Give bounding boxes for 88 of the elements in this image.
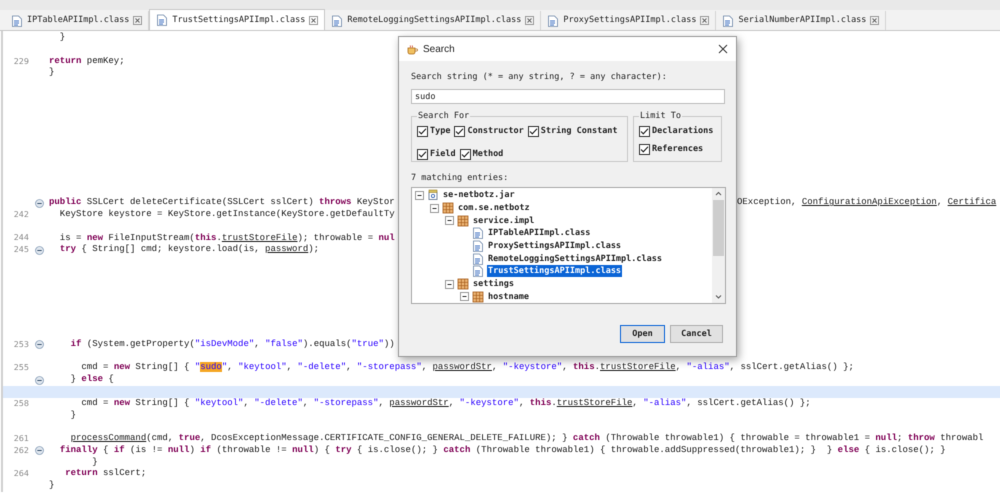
code-line: OException, ConfigurationApiException, Certifica bbox=[737, 197, 996, 209]
code-line: } bbox=[58, 32, 66, 42]
code-line: finally { if (is != null) if (throwable != null) { try { is.close(); } catch (Throwable throwable1) { throwable.addSuppressed(throwable1); } } else { is.close(); } bbox=[58, 444, 946, 455]
dialog-title: Search bbox=[423, 42, 455, 56]
search-field[interactable]: sudo bbox=[411, 89, 725, 104]
class-file-icon bbox=[472, 252, 484, 265]
package-icon bbox=[457, 214, 469, 227]
code-line: is = new FileInputStream(this.trustStoreFile); throwable = nul bbox=[58, 232, 395, 243]
checkbox-box[interactable] bbox=[528, 126, 539, 137]
tree-item[interactable]: IPTableAPIImpl.class bbox=[487, 227, 592, 240]
checkbox[interactable]: References bbox=[639, 142, 717, 156]
line-number: 258 bbox=[14, 398, 29, 408]
tree-item[interactable]: service.impl bbox=[472, 214, 536, 227]
code-line: } else { bbox=[70, 374, 114, 384]
dialog-button[interactable]: Open bbox=[620, 325, 665, 343]
checkbox[interactable]: Constructor bbox=[454, 125, 524, 138]
class-file-icon bbox=[472, 265, 484, 278]
checkbox[interactable]: Method bbox=[460, 148, 504, 160]
package-icon bbox=[472, 290, 484, 303]
checkbox[interactable]: Type bbox=[417, 125, 450, 138]
collapse-icon[interactable] bbox=[460, 292, 469, 302]
collapse-icon[interactable] bbox=[430, 204, 439, 213]
checkbox[interactable]: Declarations bbox=[639, 125, 717, 138]
class-file-icon bbox=[722, 14, 734, 26]
checkbox-box[interactable] bbox=[460, 148, 471, 160]
jar-icon bbox=[427, 189, 439, 202]
code-line: } bbox=[49, 480, 54, 490]
code-line: public SSLCert deleteCertificate(SSLCert sslCert) throws KeyStor bbox=[49, 197, 395, 208]
code-line: cmd = new String[] { "keytool", "-delete", "-storepass", passwordStr, "-keystore", this.trustStoreFile, "-alias", sslCert.getAlias() }; bbox=[80, 398, 811, 408]
line-number: 242 bbox=[14, 210, 29, 219]
tree-item[interactable]: se-netbotz.jar bbox=[442, 189, 516, 202]
class-file-icon bbox=[472, 227, 484, 240]
scroll-thumb[interactable] bbox=[713, 200, 724, 256]
code-line: cmd = new String[] { "sudo", "keytool", "-delete", "-storepass", passwordStr, "-keystore", this.trustStoreFile, "-alias", sslCert.getAlias() }; bbox=[80, 362, 854, 372]
line-number: 261 bbox=[14, 434, 29, 443]
matching-entries-label: 7 matching entries: bbox=[411, 172, 510, 184]
coffee-cup-icon bbox=[407, 44, 418, 54]
line-number: 255 bbox=[14, 363, 29, 372]
checkbox-box[interactable] bbox=[417, 148, 428, 160]
checkbox-box[interactable] bbox=[639, 144, 650, 155]
line-number: 253 bbox=[14, 340, 29, 349]
close-icon[interactable] bbox=[309, 16, 318, 24]
line-number: 244 bbox=[14, 233, 29, 242]
code-line: processCommand(cmd, true, DcosExceptionMessage.CERTIFICATE_CONFIG_GENERAL_DELETE_FAILURE); } catch (Throwable throwable1) { throwable = throwable1 = null; throw throwabl bbox=[70, 433, 984, 444]
collapse-icon[interactable] bbox=[415, 190, 424, 200]
package-icon bbox=[457, 278, 469, 290]
class-file-icon bbox=[547, 14, 560, 26]
code-line: try { String[] cmd; keystore.load(is, password); bbox=[58, 244, 320, 254]
line-number: 245 bbox=[14, 245, 29, 254]
checkbox[interactable]: Field bbox=[417, 148, 456, 160]
checkbox-box[interactable] bbox=[417, 126, 428, 137]
code-line: return pemKey; bbox=[49, 56, 125, 66]
code-line: } bbox=[49, 67, 54, 78]
collapse-icon[interactable] bbox=[34, 376, 44, 384]
tree-item[interactable]: settings bbox=[472, 278, 515, 290]
scrollbar[interactable] bbox=[712, 188, 725, 303]
tree-item[interactable]: RemoteLoggingSettingsAPIImpl.class bbox=[487, 252, 663, 265]
package-icon bbox=[442, 202, 454, 214]
collapse-icon[interactable] bbox=[445, 216, 454, 226]
class-file-icon bbox=[331, 14, 344, 26]
dialog-button[interactable]: Cancel bbox=[670, 325, 723, 343]
code-line: } bbox=[70, 410, 76, 420]
collapse-icon[interactable] bbox=[34, 340, 44, 350]
collapse-icon[interactable] bbox=[34, 198, 44, 208]
checkbox-box[interactable] bbox=[639, 126, 650, 137]
editor-tab[interactable]: TrustSettingsAPIImpl.class bbox=[149, 9, 326, 30]
tree-item[interactable]: hostname bbox=[487, 290, 530, 303]
class-file-icon bbox=[472, 240, 484, 252]
line-number: 229 bbox=[14, 56, 29, 66]
tree-item[interactable]: TrustSettingsAPIImpl.class bbox=[487, 265, 622, 278]
results-tree[interactable]: se-netbotz.jar com.se.netbotz service.impl IPTableAPIImpl.class ProxySettingsAPIImpl.class RemoteLoggingSettingsAPIImpl.class TrustSettingsAPIImpl.class settings hostname bbox=[411, 187, 726, 304]
close-icon[interactable] bbox=[718, 44, 728, 54]
line-number: 264 bbox=[14, 469, 29, 478]
checkbox-box[interactable] bbox=[454, 126, 466, 137]
code-line: return sslCert; bbox=[64, 468, 146, 478]
code-line: KeyStore keystore = KeyStore.getInstance(KeyStore.getDefaultTy bbox=[58, 208, 395, 219]
code-line: if (System.getProperty("isDevMode", "false").equals("true")) bbox=[70, 338, 395, 349]
class-file-icon bbox=[156, 14, 168, 26]
collapse-icon[interactable] bbox=[34, 246, 44, 255]
collapse-icon[interactable] bbox=[445, 280, 454, 289]
search-string-label: Search string (* = any string, ? = any character): bbox=[411, 71, 668, 83]
tree-item[interactable]: com.se.netbotz bbox=[457, 202, 531, 214]
collapse-icon[interactable] bbox=[34, 446, 44, 456]
code-line: } bbox=[91, 456, 98, 467]
line-number: 262 bbox=[14, 446, 29, 455]
class-file-icon bbox=[11, 14, 23, 26]
tree-item[interactable]: ProxySettingsAPIImpl.class bbox=[487, 240, 622, 252]
checkbox[interactable]: String Constant bbox=[528, 125, 618, 138]
